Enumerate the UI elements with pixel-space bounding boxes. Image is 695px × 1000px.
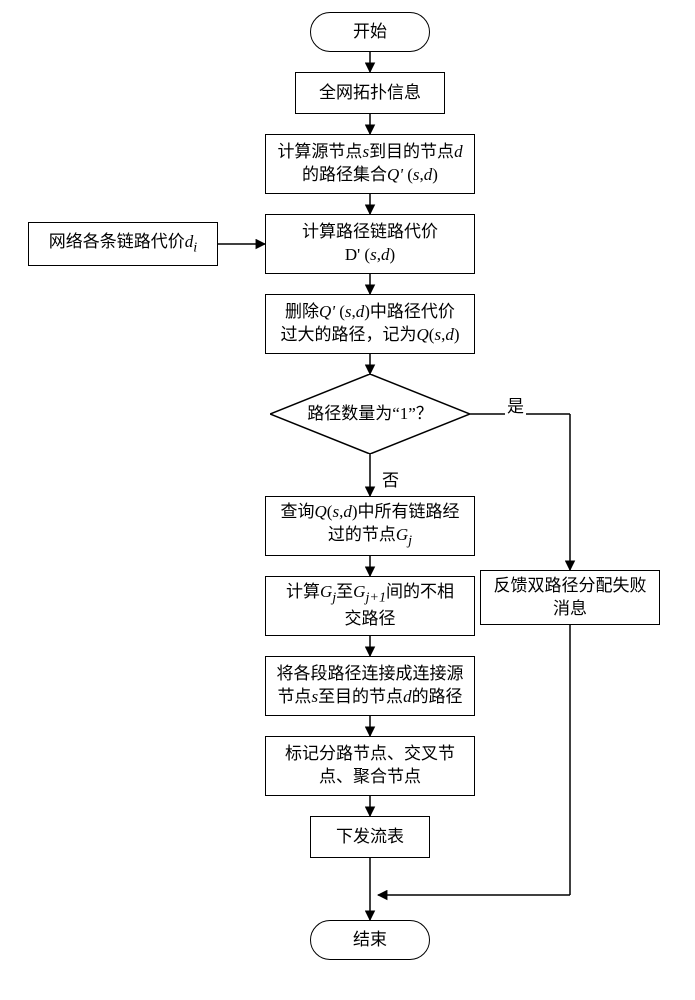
process-label: 计算Gj至Gj+1间的不相 交路径 <box>286 581 454 630</box>
process-label: 将各段路径连接成连接源 节点s至目的节点d的路径 <box>277 663 464 709</box>
process-disjoint-paths: 计算Gj至Gj+1间的不相 交路径 <box>265 576 475 636</box>
terminator-start: 开始 <box>310 12 430 52</box>
input-link-costs: 网络各条链路代价di <box>28 222 218 266</box>
process-label: 下发流表 <box>336 826 404 849</box>
decision-path-count-one: 路径数量为“1”？ <box>270 374 470 454</box>
end-label: 结束 <box>353 929 387 952</box>
process-compute-link-cost: 计算路径链路代价 D' (s,d) <box>265 214 475 274</box>
input-label: 网络各条链路代价di <box>49 231 197 258</box>
process-mark-nodes: 标记分路节点、交叉节 点、聚合节点 <box>265 736 475 796</box>
process-topology-info: 全网拓扑信息 <box>295 72 445 114</box>
terminator-end: 结束 <box>310 920 430 960</box>
process-label: 全网拓扑信息 <box>319 82 421 105</box>
process-prune-paths: 删除Q' (s,d)中路径代价 过大的路径，记为Q(s,d) <box>265 294 475 354</box>
process-label: 反馈双路径分配失败消息 <box>487 575 653 621</box>
edge-label-yes: 是 <box>505 392 526 417</box>
process-compute-path-set: 计算源节点s到目的节点d 的路径集合Q' (s,d) <box>265 134 475 194</box>
start-label: 开始 <box>353 21 387 44</box>
process-label: 删除Q' (s,d)中路径代价 过大的路径，记为Q(s,d) <box>281 301 460 347</box>
process-issue-flow-table: 下发流表 <box>310 816 430 858</box>
process-connect-segments: 将各段路径连接成连接源 节点s至目的节点d的路径 <box>265 656 475 716</box>
process-feedback-failure: 反馈双路径分配失败消息 <box>480 570 660 625</box>
process-label: 查询Q(s,d)中所有链路经 过的节点Gj <box>281 501 460 550</box>
process-query-nodes: 查询Q(s,d)中所有链路经 过的节点Gj <box>265 496 475 556</box>
process-label: 标记分路节点、交叉节 点、聚合节点 <box>285 743 455 789</box>
decision-label: 路径数量为“1”？ <box>307 403 433 426</box>
process-label: 计算源节点s到目的节点d 的路径集合Q' (s,d) <box>277 141 462 187</box>
edge-label-no: 否 <box>380 466 401 491</box>
process-label: 计算路径链路代价 D' (s,d) <box>302 221 438 267</box>
